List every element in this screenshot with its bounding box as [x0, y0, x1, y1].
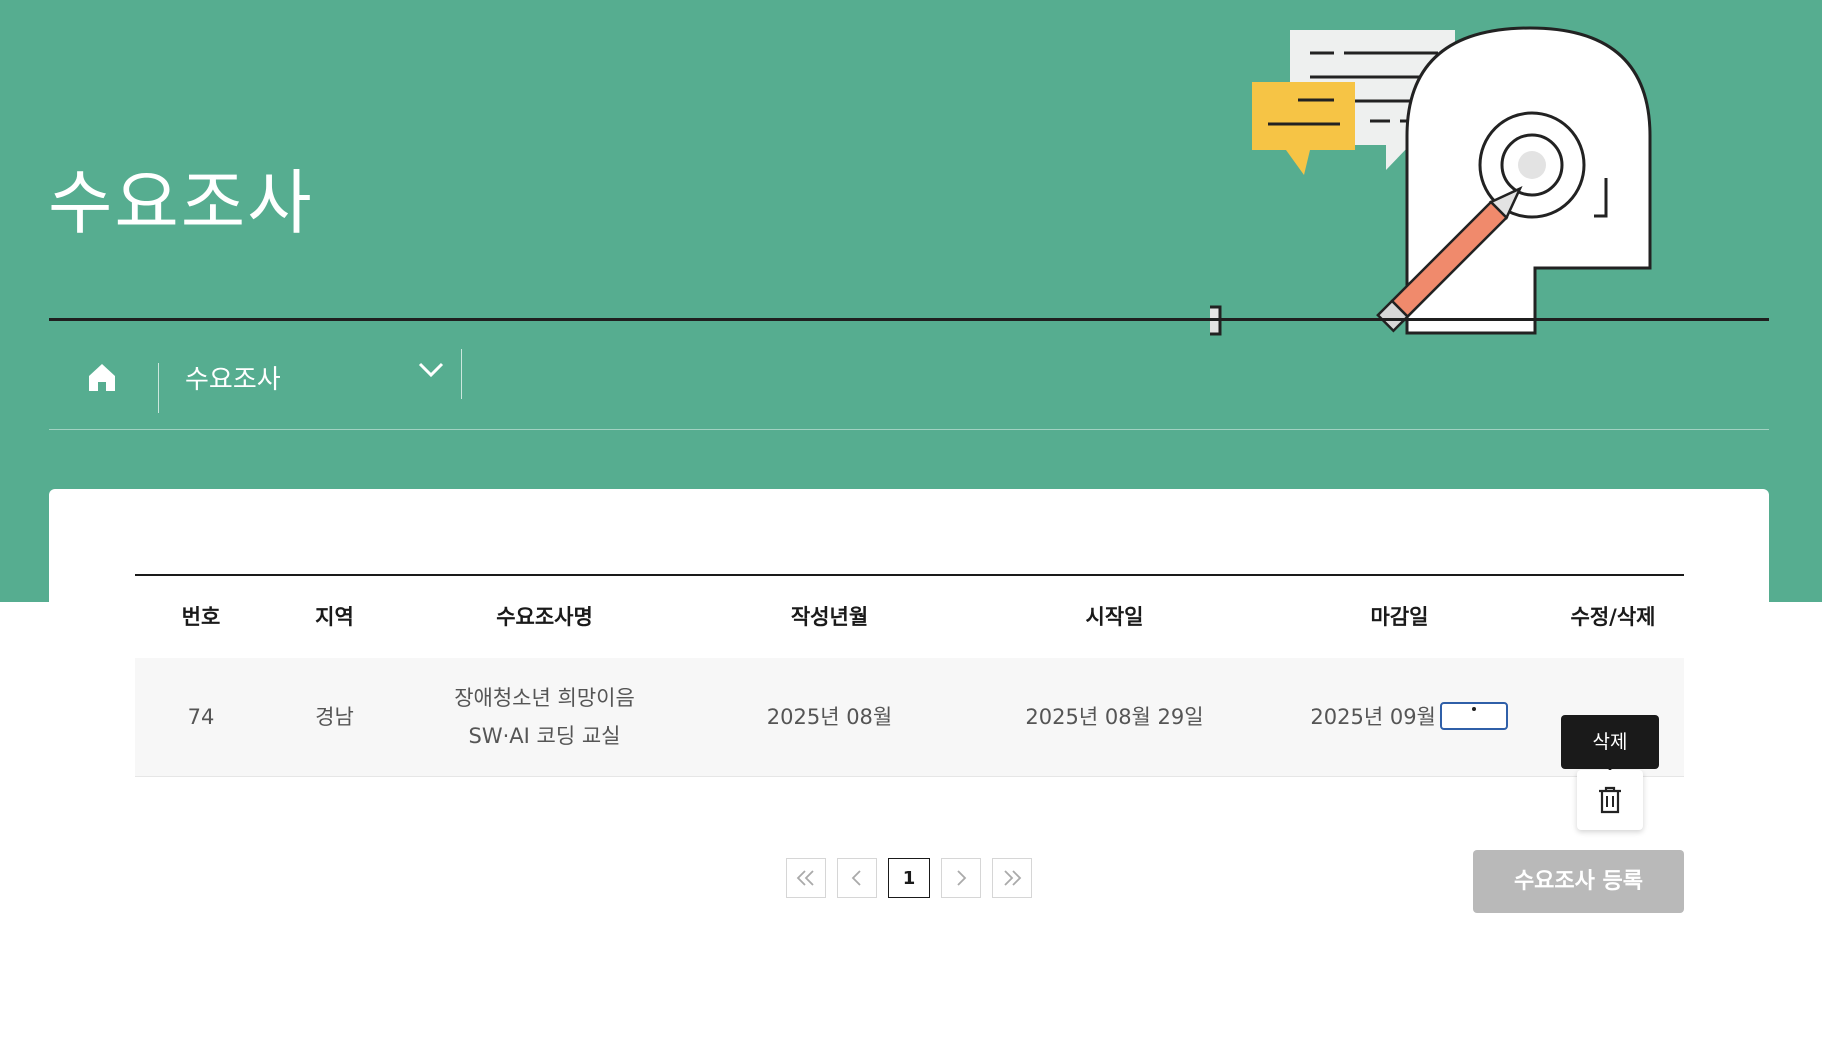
cell-number: 74: [187, 705, 215, 729]
pagination-next-button[interactable]: [941, 858, 981, 898]
column-header-end-date: 마감일: [1370, 605, 1429, 629]
cell-written-month: 2025년 08월: [766, 705, 893, 729]
pagination-prev-button[interactable]: [837, 858, 877, 898]
delete-tooltip: 삭제: [1561, 715, 1659, 769]
breadcrumb-current: 수요조사: [185, 365, 281, 395]
chat-bubble-icon: [1252, 82, 1355, 175]
register-survey-button[interactable]: 수요조사 등록: [1473, 850, 1684, 913]
trash-icon: [1599, 786, 1621, 814]
nav-divider: [49, 429, 1769, 430]
survey-name-line2: SW·AI 코딩 교실: [468, 724, 621, 748]
plant-icon: [1210, 305, 1222, 336]
head-icon: [1405, 26, 1652, 335]
column-header-start-date: 시작일: [1085, 605, 1144, 629]
column-header-written-month: 작성년월: [790, 605, 869, 629]
chevron-down-icon: [418, 362, 444, 378]
survey-illustration: [1210, 26, 1652, 336]
page-title: 수요조사: [48, 162, 314, 244]
double-chevron-left-icon: [796, 870, 814, 886]
chevron-left-icon: [851, 870, 861, 886]
column-header-region: 지역: [315, 605, 354, 629]
hero-divider: [49, 318, 1769, 321]
survey-name-line1: 장애청소년 희망이음: [454, 686, 635, 710]
breadcrumb-dropdown[interactable]: 수요조사: [185, 353, 445, 397]
cell-start-date: 2025년 08월 29일: [1025, 705, 1204, 729]
pagination-page-1[interactable]: 1: [888, 858, 930, 898]
breadcrumb-separator: [461, 349, 462, 399]
edit-icon: [1472, 707, 1476, 711]
breadcrumb-separator: [158, 363, 159, 413]
cell-region: 경남: [315, 705, 354, 729]
pagination-first-button[interactable]: [786, 858, 826, 898]
pagination-last-button[interactable]: [992, 858, 1032, 898]
home-button[interactable]: [85, 360, 119, 394]
column-header-edit-delete: 수정/삭제: [1570, 605, 1656, 629]
column-header-survey-name: 수요조사명: [496, 605, 593, 629]
delete-button[interactable]: [1577, 770, 1643, 830]
home-icon: [89, 364, 115, 391]
breadcrumb: 수요조사: [49, 345, 1769, 425]
table-header: 번호 지역 수요조사명 작성년월 시작일 마감일 수정/삭제: [135, 574, 1684, 659]
column-header-number: 번호: [181, 605, 221, 629]
double-chevron-right-icon: [1004, 870, 1022, 886]
edit-button[interactable]: [1440, 702, 1508, 730]
chevron-right-icon: [957, 870, 967, 886]
cell-survey-name[interactable]: 장애청소년 희망이음 SW·AI 코딩 교실: [402, 658, 687, 776]
